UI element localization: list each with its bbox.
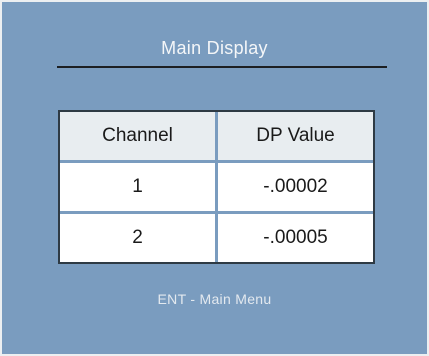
channel-cell: 1 [60, 163, 215, 211]
main-display-screen: Main Display Channel DP Value 1 -.00002 … [0, 0, 429, 356]
screen-title: Main Display [161, 38, 268, 58]
table-row: 1 -.00002 [60, 163, 373, 211]
table-row: 2 -.00005 [60, 214, 373, 262]
main-menu-hint: ENT - Main Menu [157, 291, 272, 307]
dp-value-table: Channel DP Value 1 -.00002 2 -.00005 [58, 110, 375, 264]
column-header-dp-value: DP Value [218, 112, 373, 160]
column-header-channel: Channel [60, 112, 215, 160]
table-header-row: Channel DP Value [60, 112, 373, 160]
dp-value-cell: -.00002 [218, 163, 373, 211]
title-underline [57, 66, 387, 68]
dp-value-cell: -.00005 [218, 214, 373, 262]
channel-cell: 2 [60, 214, 215, 262]
